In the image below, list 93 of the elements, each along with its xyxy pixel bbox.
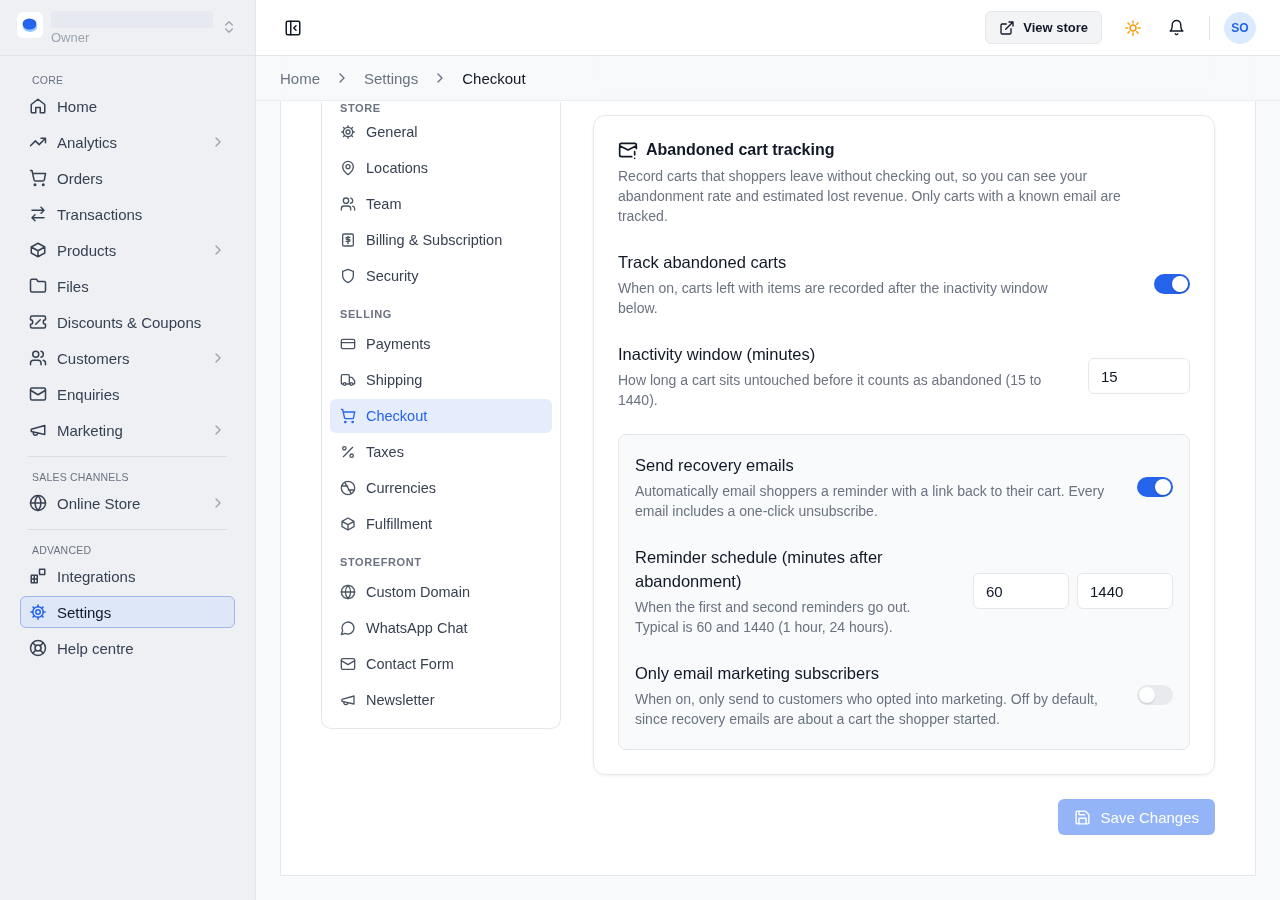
notification-bell-icon [1168,19,1185,36]
app-logo [17,11,43,38]
toggle-switch[interactable] [1137,685,1173,705]
settings-nav-item[interactable]: Fulfillment [330,507,552,541]
mail-alert-icon [618,140,638,160]
toggle-switch[interactable] [1137,477,1173,497]
blocks-icon [29,567,47,585]
settings-nav-item[interactable]: Contact Form [330,647,552,681]
nav-item[interactable]: Products [20,234,235,266]
globe-icon [29,494,47,512]
number-field[interactable]: 60 [973,573,1069,609]
users-icon [340,196,356,212]
external-link-icon [999,19,1016,36]
nav-item[interactable]: Marketing [20,414,235,446]
card-title: Abandoned cart tracking [646,141,835,159]
setting-description: How long a cart sits untouched before it counts as abandoned (15 to 1440). [618,371,1043,410]
setting-label: Track abandoned carts [618,252,788,273]
nav-item[interactable]: Online Store [20,487,235,519]
account-role: Owner [51,29,91,45]
cart-icon [29,169,47,187]
number-field[interactable]: 15 [1088,358,1190,394]
setting-description: When on, only send to customers who opted into marketing. Off by default, since recovery emails are about a cart the shopper started. [635,690,1099,729]
dollar-receipt-icon [340,232,356,248]
section-label: ADVANCED [31,543,93,558]
nav-item[interactable]: Customers [20,342,235,374]
settings-icon [29,603,47,621]
globe-icon [340,584,356,600]
folder-icon [29,277,47,295]
settings-nav-item[interactable]: Locations [330,151,552,185]
settings-nav-item[interactable]: Custom Domain [330,575,552,609]
sphere-icon [340,480,356,496]
ticket-icon [29,313,47,331]
box-icon [29,241,47,259]
setting-label: Only email marketing subscribers [635,663,880,684]
settings-nav-item[interactable]: Payments [330,327,552,361]
save-icon [1073,808,1091,826]
nav-item[interactable]: Help centre [20,632,235,664]
settings-nav-item[interactable]: Security [330,259,552,293]
settings-nav-item[interactable]: General [330,115,552,149]
truck-icon [340,372,356,388]
settings-nav-item[interactable]: Checkout [330,399,552,433]
shield-icon [340,268,356,284]
setting-label: Inactivity window (minutes) [618,344,817,365]
users-icon [29,349,47,367]
settings-nav-item[interactable]: Shipping [330,363,552,397]
nav-item[interactable]: Enquiries [20,378,235,410]
section-label: SELLING [339,307,393,322]
nav-item[interactable]: Discounts & Coupons [20,306,235,338]
nav-item[interactable]: Integrations [20,560,235,592]
breadcrumb-link[interactable]: Home [280,69,320,87]
nav-item[interactable]: Orders [20,162,235,194]
arrows-icon [29,205,47,223]
map-pin-icon [340,160,356,176]
user-avatar[interactable]: SO [1224,11,1256,44]
percent-icon [340,444,356,460]
box-icon [340,516,356,532]
settings-icon [340,124,356,140]
sidebar-toggle-icon [284,18,302,37]
mail-icon [340,656,356,672]
settings-nav-item[interactable]: Currencies [330,471,552,505]
toggle-switch[interactable] [1154,274,1190,294]
section-label: STOREFRONT [339,555,423,570]
nav-item[interactable]: Settings [20,596,235,628]
setting-description: Automatically email shoppers a reminder with a link back to their cart. Every email includes a one-click unsubscribe. [635,482,1105,521]
nav-item[interactable]: Analytics [20,126,235,158]
nav-item[interactable]: Home [20,90,235,122]
view-store-button[interactable]: View store [985,11,1102,44]
credit-card-icon [340,336,356,352]
settings-nav-item[interactable]: Newsletter [330,683,552,717]
settings-nav-item[interactable]: Team [330,187,552,221]
setting-description: When on, carts left with items are recorded after the inactivity window below. [618,279,1049,318]
home-icon [29,97,47,115]
section-label: CORE [31,73,65,88]
settings-nav-item[interactable]: Taxes [330,435,552,469]
nav-item[interactable]: Transactions [20,198,235,230]
setting-label: Send recovery emails [635,455,795,476]
chat-bubble-icon [340,620,356,636]
number-field[interactable]: 1440 [1077,573,1173,609]
settings-nav-item[interactable]: WhatsApp Chat [330,611,552,645]
nav-item[interactable]: Files [20,270,235,302]
megaphone-icon [340,692,356,708]
setting-description: When the first and second reminders go out. Typical is 60 and 1440 (1 hour, 24 hours). [635,598,912,637]
card-description: Record carts that shoppers leave without checking out, so you can see your abandonment rate and estimated lost revenue. Only carts with a known email are tracked. [618,167,1122,226]
section-label: STORE [339,102,382,114]
cart-icon [340,408,356,424]
sun-icon [1124,18,1142,37]
lifebuoy-icon [29,639,47,657]
settings-nav-item[interactable]: Billing & Subscription [330,223,552,257]
mail-icon [29,385,47,403]
setting-label: Reminder schedule (minutes after abandonment) [635,547,884,592]
breadcrumb-link[interactable]: Checkout [462,69,526,87]
section-label: SALES CHANNELS [31,470,130,485]
breadcrumb-link[interactable]: Settings [364,69,419,87]
